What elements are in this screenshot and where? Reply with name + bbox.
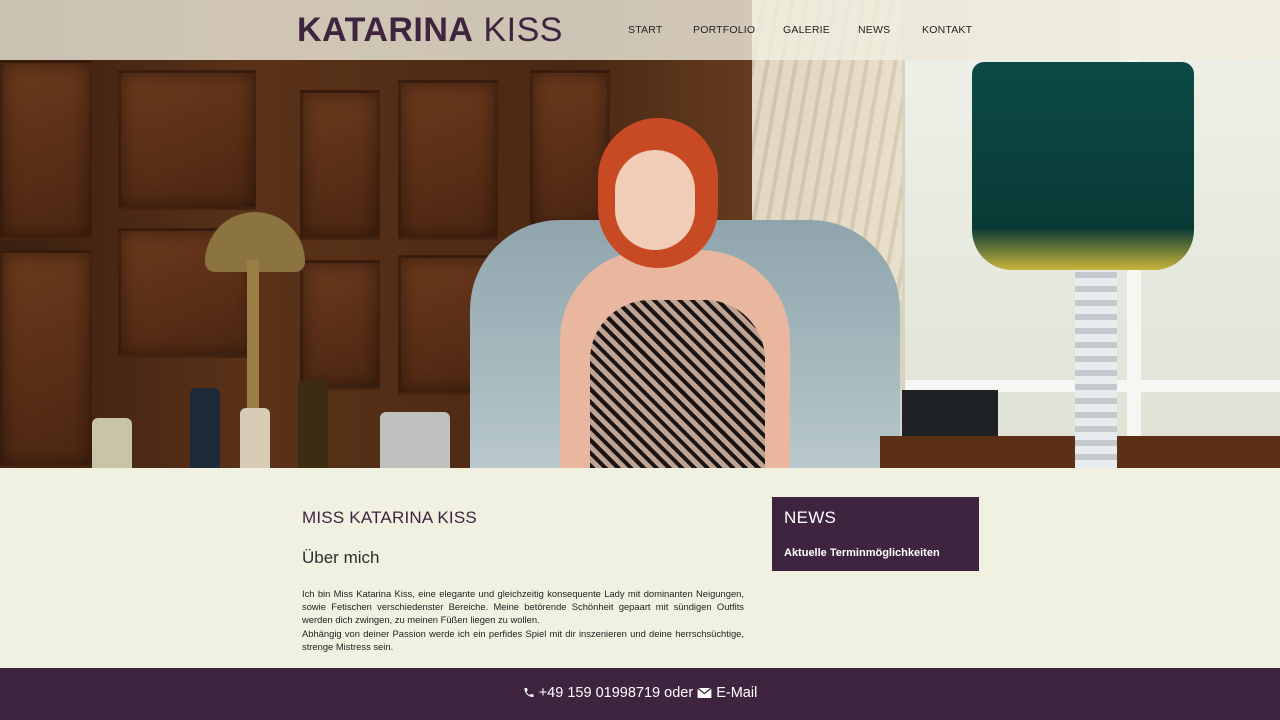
envelope-icon (697, 686, 712, 704)
logo-first-name: KATARINA (297, 11, 474, 49)
nav-item-start[interactable]: START (628, 24, 662, 36)
nav-item-portfolio[interactable]: PORTFOLIO (693, 24, 755, 36)
news-title: NEWS (784, 508, 837, 527)
phone-link[interactable]: +49 159 01998719 (539, 685, 660, 701)
main-content: MISS KATARINA KISS Über mich Ich bin Mis… (302, 508, 744, 652)
email-link[interactable]: E-Mail (716, 685, 757, 701)
section-heading: Über mich (302, 548, 380, 567)
page-title: MISS KATARINA KISS (302, 508, 477, 527)
about-paragraph-1: Ich bin Miss Katarina Kiss, eine elegant… (302, 588, 744, 626)
phone-icon (523, 686, 535, 704)
site-header: KATARINA KISS START PORTFOLIO GALERIE NE… (0, 0, 1280, 60)
footer-contact: +49 159 01998719 oder E-Mail (0, 684, 1280, 704)
footer-separator: oder (664, 685, 694, 701)
site-logo[interactable]: KATARINA KISS (297, 10, 563, 50)
nav-item-galerie[interactable]: GALERIE (783, 24, 830, 36)
logo-last-name: KISS (483, 11, 563, 49)
about-text: Ich bin Miss Katarina Kiss, eine elegant… (302, 587, 744, 653)
about-paragraph-2: Abhängig von deiner Passion werde ich ei… (302, 627, 744, 652)
nav-item-kontakt[interactable]: KONTAKT (922, 24, 972, 36)
hero-image (0, 0, 1280, 468)
news-box: NEWS Aktuelle Terminmöglichkeiten (772, 497, 979, 571)
news-link[interactable]: Aktuelle Terminmöglichkeiten (784, 547, 940, 559)
contact-footer: +49 159 01998719 oder E-Mail (0, 668, 1280, 720)
nav-item-news[interactable]: NEWS (858, 24, 890, 36)
